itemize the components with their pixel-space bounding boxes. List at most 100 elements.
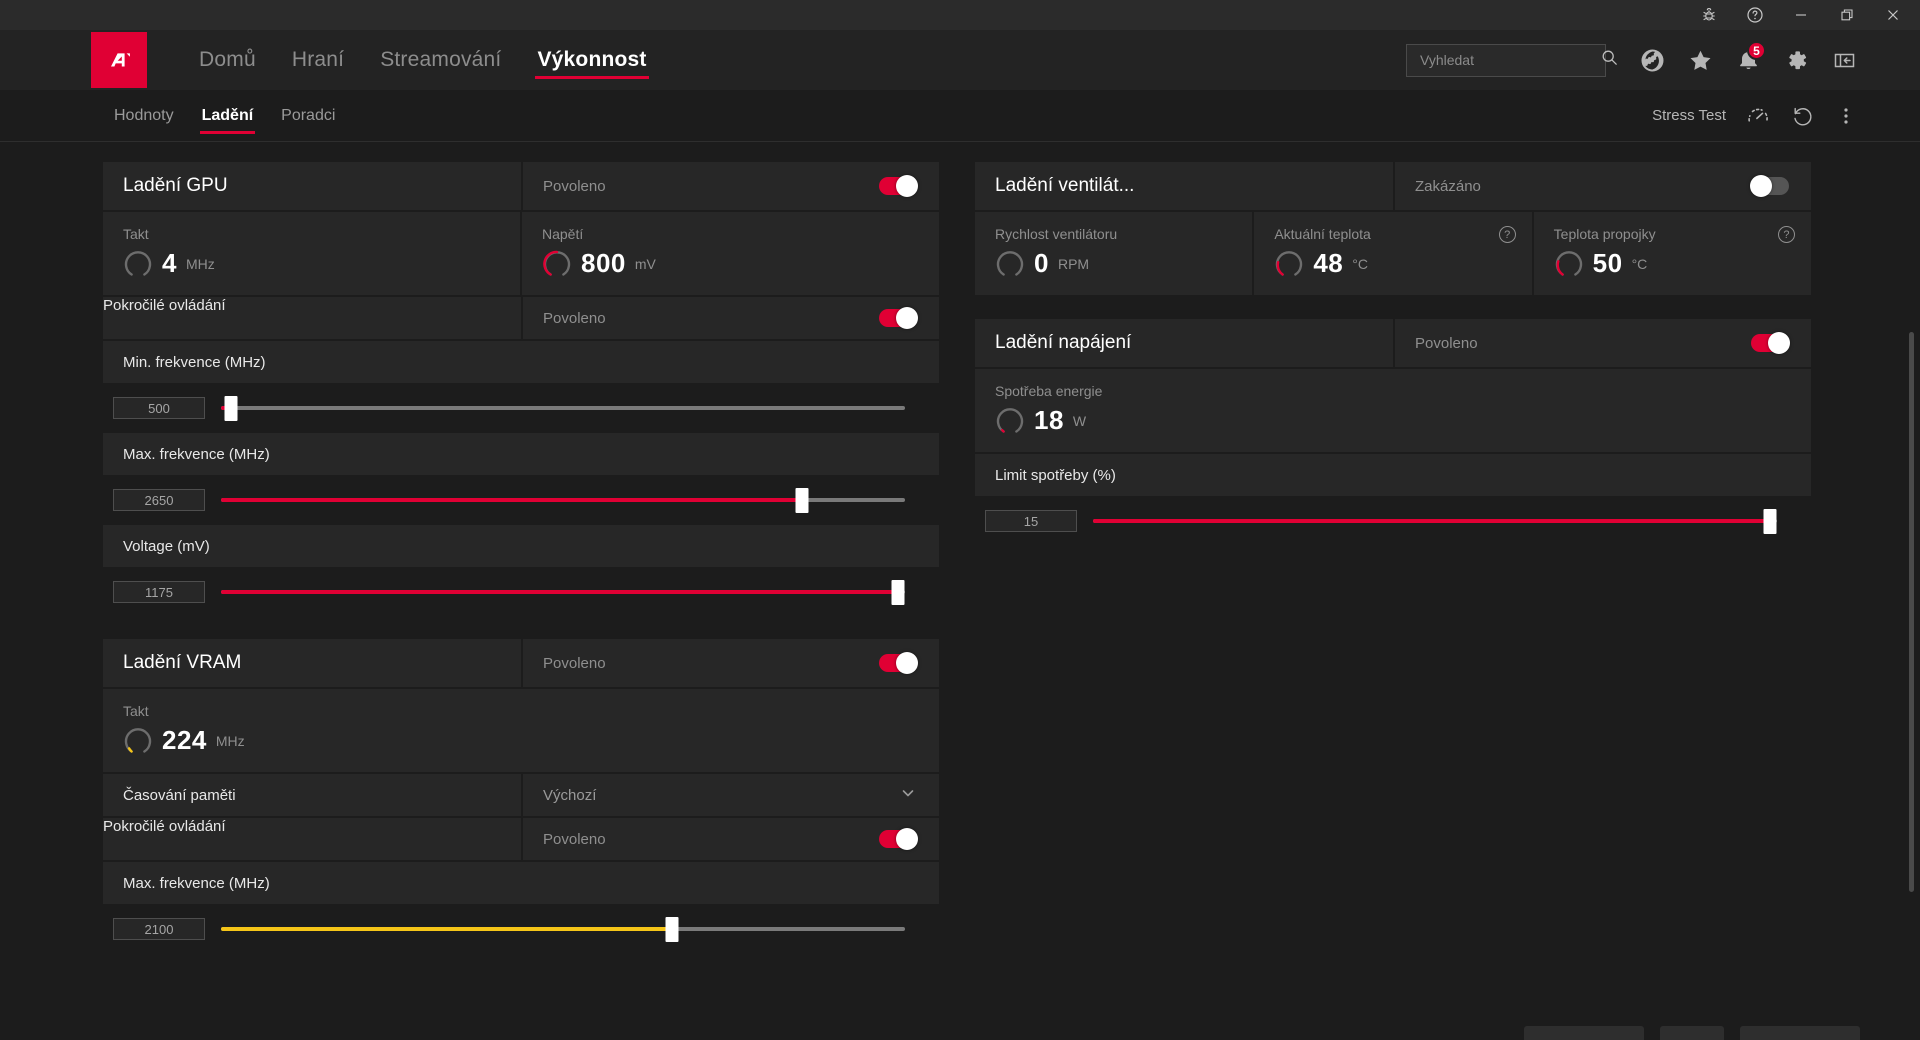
- current-temp-metric: Aktuální teplota 48 °C ?: [1254, 212, 1534, 295]
- power-limit-slider[interactable]: [1093, 509, 1777, 534]
- gpu-tuning-toggle-label: Povoleno: [543, 177, 606, 195]
- window-titlebar: [0, 0, 1920, 30]
- help-icon[interactable]: [1732, 0, 1778, 30]
- bug-report-icon[interactable]: [1686, 0, 1732, 30]
- current-temp-label: Aktuální teplota: [1274, 226, 1371, 242]
- gpu-max-freq-slider-row[interactable]: 2650: [103, 477, 939, 523]
- undo-icon[interactable]: [1780, 94, 1824, 138]
- bell-icon[interactable]: 5: [1724, 36, 1772, 84]
- power-limit-slider-row[interactable]: 15: [975, 498, 1811, 544]
- gpu-voltage-label-row: Voltage (mV): [103, 525, 939, 567]
- gpu-min-freq-slider[interactable]: [221, 396, 905, 421]
- memory-timing-select[interactable]: Výchozí: [523, 774, 939, 816]
- power-tuning-toggle-row[interactable]: Povoleno: [1395, 319, 1811, 367]
- tab-metrics[interactable]: Hodnoty: [107, 90, 188, 142]
- gpu-min-freq-slider-row[interactable]: 500: [103, 385, 939, 431]
- vram-tuning-toggle-label: Povoleno: [543, 654, 606, 672]
- gpu-clock-unit: MHz: [185, 255, 215, 272]
- vram-clock-label: Takt: [123, 703, 149, 719]
- fan-tuning-card: Ladění ventilát... Zakázáno Rychlost ven…: [975, 162, 1811, 297]
- gpu-advanced-label: Pokročilé ovládání: [103, 297, 226, 314]
- search-input[interactable]: [1420, 52, 1601, 68]
- chevron-down-icon[interactable]: [899, 784, 917, 806]
- bottom-button-secondary[interactable]: [1660, 1026, 1724, 1040]
- current-temp-unit: °C: [1352, 255, 1368, 272]
- gpu-voltage-slider-value[interactable]: 1175: [113, 581, 205, 603]
- power-limit-label-row: Limit spotřeby (%): [975, 454, 1811, 496]
- vram-max-freq-value[interactable]: 2100: [113, 918, 205, 940]
- gpu-tuning-toggle[interactable]: [879, 175, 918, 197]
- fan-tuning-title: Ladění ventilát...: [975, 162, 1395, 210]
- bottom-button-tertiary[interactable]: [1740, 1026, 1860, 1040]
- nav-item-streaming[interactable]: Streamování: [362, 30, 519, 90]
- collapse-panel-icon[interactable]: [1820, 36, 1868, 84]
- junction-temp-label: Teplota propojky: [1553, 226, 1656, 242]
- power-tuning-card: Ladění napájení Povoleno Spotřeba energi…: [975, 319, 1811, 546]
- restore-button[interactable]: [1824, 0, 1870, 30]
- more-vertical-icon[interactable]: [1824, 94, 1868, 138]
- stress-test-label: Stress Test: [1652, 107, 1726, 124]
- vram-clock-value: 224: [162, 725, 207, 755]
- fan-speed-unit: RPM: [1057, 255, 1090, 272]
- vram-max-freq-slider[interactable]: [221, 917, 905, 942]
- gpu-max-freq-label-row: Max. frekvence (MHz): [103, 433, 939, 475]
- amd-logo-icon[interactable]: [91, 32, 147, 88]
- sub-nav-tools: Stress Test: [1652, 94, 1920, 138]
- gpu-tuning-card: Ladění GPU Povoleno Takt 4 MHz Napětí 80…: [103, 162, 939, 617]
- nav-item-home[interactable]: Domů: [181, 30, 274, 90]
- nav-item-performance[interactable]: Výkonnost: [519, 30, 664, 90]
- minimize-button[interactable]: [1778, 0, 1824, 30]
- vram-tuning-title: Ladění VRAM: [103, 639, 523, 687]
- fan-tuning-toggle[interactable]: [1750, 175, 1789, 197]
- bottom-button-primary[interactable]: [1524, 1026, 1644, 1040]
- search-box[interactable]: [1406, 43, 1617, 77]
- junction-temp-metric: Teplota propojky 50 °C ?: [1534, 212, 1811, 295]
- vram-tuning-toggle-row[interactable]: Povoleno: [523, 639, 939, 687]
- vram-advanced-toggle-label: Povoleno: [543, 830, 606, 848]
- globe-icon[interactable]: [1628, 36, 1676, 84]
- tab-tuning[interactable]: Ladění: [188, 90, 268, 142]
- gpu-max-freq-slider[interactable]: [221, 488, 905, 513]
- vertical-scrollbar[interactable]: [1909, 332, 1914, 892]
- power-tuning-toggle-label: Povoleno: [1415, 334, 1478, 352]
- gpu-max-freq-value[interactable]: 2650: [113, 489, 205, 511]
- gpu-voltage-label: Napětí: [542, 226, 584, 242]
- gpu-min-freq-value[interactable]: 500: [113, 397, 205, 419]
- gear-icon[interactable]: [1772, 36, 1820, 84]
- star-icon[interactable]: [1676, 36, 1724, 84]
- tab-advisors[interactable]: Poradci: [267, 90, 349, 142]
- vram-max-freq-label-row: Max. frekvence (MHz): [103, 862, 939, 904]
- vram-clock-gauge-icon: [123, 726, 153, 756]
- junction-temp-gauge-icon: [1554, 249, 1584, 279]
- junction-temp-help-icon[interactable]: ?: [1777, 226, 1795, 243]
- close-button[interactable]: [1870, 0, 1916, 30]
- vram-max-freq-label: Max. frekvence (MHz): [123, 874, 270, 892]
- vram-max-freq-slider-row[interactable]: 2100: [103, 906, 939, 952]
- vram-tuning-toggle[interactable]: [879, 652, 918, 674]
- vram-advanced-toggle[interactable]: [879, 828, 918, 850]
- vram-advanced-toggle-row[interactable]: Povoleno: [523, 818, 939, 860]
- bottom-action-buttons: [1524, 1026, 1860, 1040]
- gpu-tuning-toggle-row[interactable]: Povoleno: [523, 162, 939, 210]
- memory-timing-label: Časování paměti: [103, 774, 523, 816]
- power-limit-value[interactable]: 15: [985, 510, 1077, 532]
- gpu-voltage-slider-row[interactable]: 1175: [103, 569, 939, 615]
- right-column: Ladění ventilát... Zakázáno Rychlost ven…: [975, 162, 1811, 954]
- search-icon[interactable]: [1601, 49, 1618, 71]
- nav-item-gaming[interactable]: Hraní: [274, 30, 362, 90]
- stress-test-gauge-icon[interactable]: [1736, 94, 1780, 138]
- memory-timing-value: Výchozí: [543, 786, 597, 804]
- fan-speed-metric: Rychlost ventilátoru 0 RPM: [975, 212, 1255, 295]
- current-temp-help-icon[interactable]: ?: [1498, 226, 1516, 243]
- gpu-advanced-toggle[interactable]: [879, 307, 918, 329]
- memory-timing-row[interactable]: Časování paměti Výchozí: [103, 774, 939, 816]
- gpu-voltage-slider[interactable]: [221, 580, 905, 605]
- power-consumption-value: 18: [1034, 405, 1064, 435]
- tuning-content: Ladění GPU Povoleno Takt 4 MHz Napětí 80…: [0, 142, 1920, 1040]
- fan-tuning-toggle-row[interactable]: Zakázáno: [1395, 162, 1811, 210]
- gpu-tuning-header: Ladění GPU Povoleno: [103, 162, 939, 210]
- gpu-advanced-toggle-row[interactable]: Povoleno: [523, 297, 939, 339]
- current-temp-value: 48: [1313, 248, 1344, 278]
- power-tuning-toggle[interactable]: [1751, 332, 1790, 354]
- power-consumption-label: Spotřeba energie: [995, 383, 1103, 399]
